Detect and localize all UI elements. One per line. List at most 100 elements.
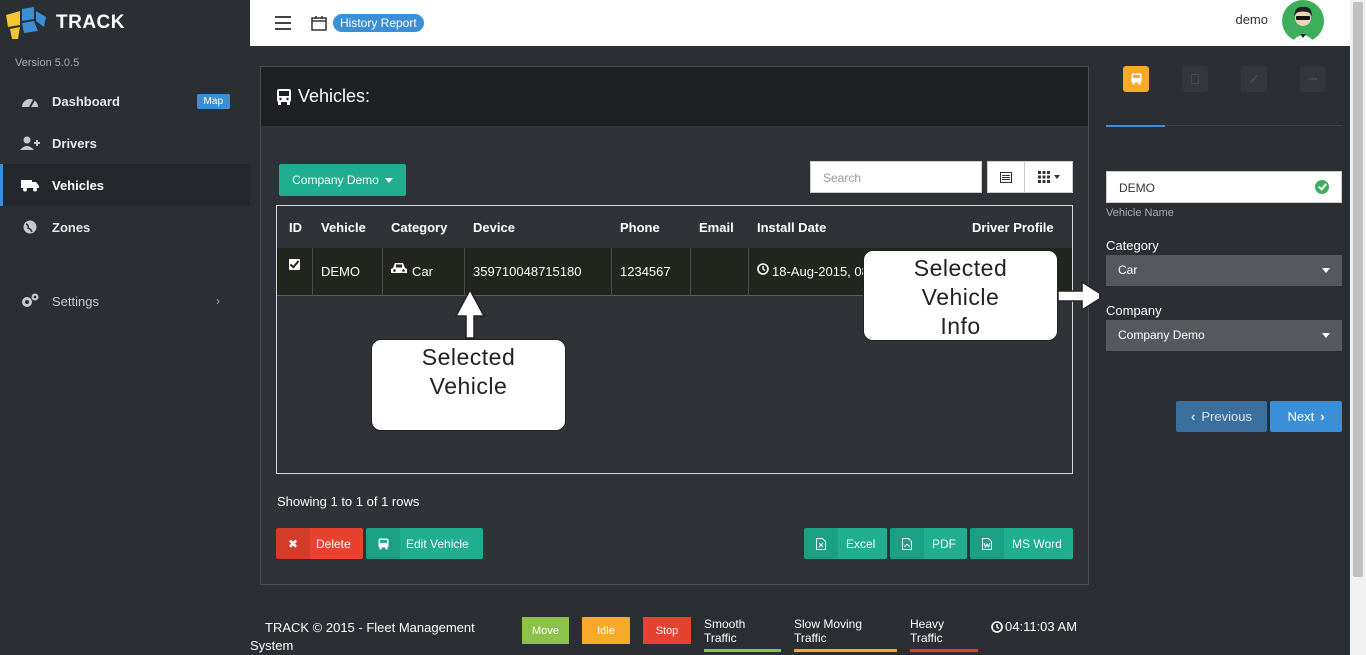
column-header-vehicle[interactable]: Vehicle (321, 220, 366, 235)
close-icon: ✖ (276, 528, 310, 559)
columns-toggle-button[interactable] (1024, 161, 1073, 193)
legend-idle: Idle (582, 617, 630, 644)
check-icon (1309, 78, 1317, 80)
device-icon (1191, 74, 1199, 84)
column-divider (382, 248, 383, 296)
previous-button[interactable]: ‹ Previous (1176, 401, 1267, 432)
legend-smooth-traffic: Smooth Traffic (704, 617, 781, 652)
legend-heavy-traffic: Heavy Traffic (910, 617, 978, 652)
sidebar-item-label: Zones (52, 219, 91, 235)
column-header-category[interactable]: Category (391, 220, 447, 235)
row-checkbox[interactable] (289, 259, 300, 270)
sidebar-item-label: Vehicles (52, 177, 105, 193)
company-dropdown-label: Company Demo (292, 173, 379, 187)
sidebar-item-drivers[interactable]: Drivers (0, 122, 250, 164)
tab-vehicle[interactable] (1123, 66, 1149, 92)
column-header-email[interactable]: Email (699, 220, 734, 235)
callout-line: Vehicle (921, 284, 1000, 310)
user-name[interactable]: demo (1235, 12, 1268, 27)
table-header: ID Vehicle Category Device Phone Email I… (277, 206, 1072, 248)
edit-vehicle-button[interactable]: Edit Vehicle (366, 528, 483, 559)
sidebar-item-dashboard[interactable]: Dashboard Map (0, 80, 250, 122)
clock-time: 04:11:03 AM (1005, 619, 1078, 634)
column-header-driver-profile[interactable]: Driver Profile (972, 220, 1054, 235)
chevron-right-icon: › (216, 294, 220, 308)
pdf-file-icon (890, 528, 924, 559)
pdf-button-label: PDF (932, 536, 956, 551)
previous-button-label: Previous (1201, 409, 1252, 424)
gears-icon (20, 293, 40, 309)
tab-finish[interactable] (1300, 66, 1326, 92)
page-title: Vehicles: (298, 86, 371, 106)
cell-install-date: 18-Aug-2015, 08 (772, 264, 869, 279)
column-header-device[interactable]: Device (473, 220, 515, 235)
wizard-tabs (1106, 66, 1342, 127)
sidebar-item-settings[interactable]: Settings › (0, 280, 250, 322)
column-header-phone[interactable]: Phone (620, 220, 660, 235)
brand[interactable]: TRACK (0, 0, 250, 46)
truck-icon (20, 177, 40, 193)
legend-slow-traffic: Slow Moving Traffic (794, 617, 897, 652)
calendar-icon[interactable] (311, 15, 327, 31)
legend-stop: Stop (643, 617, 691, 644)
column-divider (748, 248, 749, 296)
vehicle-name-label: Vehicle Name (1106, 207, 1174, 219)
cell-device: 359710048715180 (473, 264, 582, 279)
delete-button-label: Delete (316, 536, 351, 551)
list-icon (1000, 171, 1012, 183)
sidebar-item-vehicles[interactable]: Vehicles (0, 164, 250, 206)
map-badge[interactable]: Map (196, 93, 230, 109)
pencil-icon (1249, 74, 1259, 84)
car-icon (391, 262, 407, 278)
add-user-icon (20, 135, 40, 151)
clock-icon (991, 620, 1003, 633)
scrollbar-thumb[interactable] (1353, 2, 1363, 577)
vehicle-name-value: DEMO (1119, 181, 1155, 195)
export-excel-button[interactable]: Excel (804, 528, 887, 559)
excel-button-label: Excel (846, 536, 876, 551)
column-divider (690, 248, 691, 296)
check-circle-icon (1315, 180, 1329, 194)
column-divider (611, 248, 612, 296)
sidebar-item-label: Settings (52, 293, 99, 309)
word-button-label: MS Word (1012, 536, 1062, 551)
active-tab-indicator (1106, 125, 1165, 127)
column-divider (312, 248, 313, 296)
footer: TRACK © 2015 - Fleet Management System M… (250, 605, 1099, 655)
list-view-button[interactable] (987, 161, 1025, 193)
export-word-button[interactable]: MS Word (970, 528, 1073, 559)
vehicle-name-field[interactable]: DEMO (1106, 171, 1342, 203)
callout-selected-vehicle: Selected Vehicle (371, 339, 566, 431)
company-select[interactable]: Company Demo (1106, 320, 1342, 351)
track-logo-icon (6, 7, 46, 39)
search-input[interactable]: Search (810, 161, 982, 193)
delete-button[interactable]: ✖ Delete (276, 528, 363, 559)
avatar[interactable] (1282, 0, 1324, 42)
edit-vehicle-button-label: Edit Vehicle (406, 536, 469, 551)
cell-category: Car (412, 264, 433, 279)
next-button-label: Next (1287, 409, 1315, 424)
sidebar: TRACK Version 5.0.5 Dashboard Map Driver… (0, 0, 250, 655)
hamburger-menu-icon[interactable] (275, 16, 291, 30)
next-button[interactable]: Next › (1270, 401, 1342, 432)
chevron-right-icon: › (1320, 409, 1325, 424)
caret-down-icon (1053, 175, 1060, 179)
history-report-badge[interactable]: History Report (333, 14, 424, 32)
cell-vehicle: DEMO (321, 264, 360, 279)
excel-file-icon (804, 528, 838, 559)
bus-icon (277, 88, 291, 105)
callout-selected-vehicle-info: Selected Vehicle Info (863, 250, 1058, 341)
page-scrollbar[interactable] (1350, 0, 1366, 655)
tab-edit[interactable] (1241, 66, 1267, 92)
company-dropdown-button[interactable]: Company Demo (279, 164, 406, 196)
sidebar-item-zones[interactable]: Zones (0, 206, 250, 248)
column-header-id[interactable]: ID (289, 220, 302, 235)
export-pdf-button[interactable]: PDF (890, 528, 967, 559)
column-header-install-date[interactable]: Install Date (757, 220, 826, 235)
category-select[interactable]: Car (1106, 255, 1342, 286)
tab-device[interactable] (1182, 66, 1208, 92)
caret-down-icon (1322, 268, 1330, 273)
callout-line: Selected (421, 344, 516, 370)
up-arrow-icon (454, 288, 486, 339)
company-label: Company (1106, 303, 1162, 318)
